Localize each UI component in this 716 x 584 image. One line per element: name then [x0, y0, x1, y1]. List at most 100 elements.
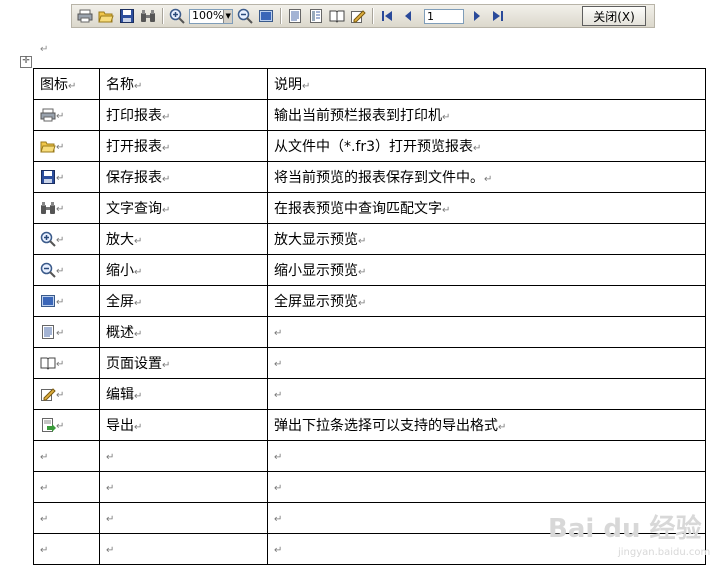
- name-cell-text: 打开报表: [106, 139, 162, 155]
- name-cell: ↵: [99, 440, 268, 472]
- description-cell: 输出当前预栏报表到打印机↵: [267, 99, 706, 131]
- cell-end-mark: ↵: [302, 81, 311, 92]
- last-page-icon: [493, 11, 503, 21]
- icon-cell: ↵: [33, 99, 100, 131]
- zoom-out-button[interactable]: [236, 7, 254, 25]
- header-cell-text: 名称: [106, 77, 134, 93]
- description-cell-text: 放大显示预览: [274, 232, 358, 248]
- page-number-input[interactable]: 1: [424, 8, 464, 24]
- cell-end-mark: ↵: [274, 328, 283, 339]
- cell-end-mark: ↵: [162, 360, 171, 371]
- cell-end-mark: ↵: [162, 205, 171, 216]
- outline-icon: [289, 9, 301, 23]
- next-page-icon: [474, 11, 480, 21]
- cell-end-mark: ↵: [442, 205, 451, 216]
- cell-end-mark: ↵: [274, 390, 283, 401]
- description-cell-text: 全屏显示预览: [274, 294, 358, 310]
- fullscreen-button[interactable]: [257, 7, 275, 25]
- zoom-out-icon: [40, 262, 56, 278]
- chevron-down-icon: ▼: [223, 9, 232, 23]
- zoom-select[interactable]: 100% ▼: [189, 8, 233, 24]
- edit-icon: [41, 388, 56, 401]
- description-cell: ↵: [267, 316, 706, 348]
- description-cell: ↵: [267, 378, 706, 410]
- save-button[interactable]: [118, 7, 136, 25]
- fullscreen-icon: [41, 295, 55, 307]
- table-row: ↵ 保存报表↵ 将当前预览的报表保存到文件中。↵: [33, 161, 706, 193]
- cell-end-mark: ↵: [56, 359, 65, 370]
- description-cell: 缩小显示预览↵: [267, 254, 706, 286]
- description-cell: 放大显示预览↵: [267, 223, 706, 255]
- name-cell-text: 编辑: [106, 387, 134, 403]
- name-cell: 打开报表↵: [99, 130, 268, 162]
- page-setup-button[interactable]: [328, 7, 346, 25]
- description-cell: 全屏显示预览↵: [267, 285, 706, 317]
- cell-end-mark: ↵: [274, 452, 283, 463]
- icon-cell: ↵: [33, 533, 100, 565]
- cell-end-mark: ↵: [56, 173, 65, 184]
- watermark-logo: Bai du 经验: [548, 514, 702, 544]
- cell-end-mark: ↵: [40, 514, 49, 525]
- first-page-button[interactable]: [378, 7, 396, 25]
- thumbnails-button[interactable]: [307, 7, 325, 25]
- description-cell: 弹出下拉条选择可以支持的导出格式↵: [267, 409, 706, 441]
- save-icon: [120, 9, 134, 23]
- icon-cell: ↵: [33, 502, 100, 534]
- binoculars-icon: [141, 10, 155, 22]
- outline-button[interactable]: [286, 7, 304, 25]
- cell-end-mark: ↵: [106, 483, 115, 494]
- preview-toolbar: 100% ▼ 1 关闭(X): [71, 4, 655, 28]
- last-page-button[interactable]: [489, 7, 507, 25]
- edit-button[interactable]: [349, 7, 367, 25]
- cell-end-mark: ↵: [56, 297, 65, 308]
- binoculars-icon: [41, 202, 55, 214]
- cell-end-mark: ↵: [484, 174, 493, 185]
- prev-page-button[interactable]: [399, 7, 417, 25]
- icon-cell: ↵: [33, 161, 100, 193]
- table-row: ↵ 全屏↵ 全屏显示预览↵: [33, 285, 706, 317]
- open-folder-icon: [40, 141, 56, 153]
- name-cell: 保存报表↵: [99, 161, 268, 193]
- find-button[interactable]: [139, 7, 157, 25]
- table-row: ↵ 缩小↵ 缩小显示预览↵: [33, 254, 706, 286]
- description-cell-text: 将当前预览的报表保存到文件中。: [274, 170, 484, 186]
- description-cell: ↵: [267, 440, 706, 472]
- name-cell: ↵: [99, 502, 268, 534]
- description-cell-text: 从文件中（*.fr3）打开预览报表: [274, 139, 474, 155]
- cell-end-mark: ↵: [162, 112, 171, 123]
- cell-end-mark: ↵: [358, 236, 367, 247]
- toolbar-separator: [162, 8, 164, 24]
- description-cell-text: 输出当前预栏报表到打印机: [274, 108, 442, 124]
- description-cell: 将当前预览的报表保存到文件中。↵: [267, 161, 706, 193]
- save-icon: [41, 170, 55, 184]
- cell-end-mark: ↵: [56, 390, 65, 401]
- cell-end-mark: ↵: [56, 328, 65, 339]
- name-cell: 放大↵: [99, 223, 268, 255]
- table-header-row: 图标↵ 名称↵ 说明↵: [33, 68, 706, 100]
- description-cell: 从文件中（*.fr3）打开预览报表↵: [267, 130, 706, 162]
- open-button[interactable]: [97, 7, 115, 25]
- table-row: ↵ 放大↵ 放大显示预览↵: [33, 223, 706, 255]
- next-page-button[interactable]: [468, 7, 486, 25]
- close-button[interactable]: 关闭(X): [582, 6, 646, 26]
- toolbar-description-table: 图标↵ 名称↵ 说明↵ ↵ 打印报表↵ 输出当前预栏报表到打印机↵ ↵ 打开报表↵ 从文件中（*…: [33, 68, 706, 565]
- cell-end-mark: ↵: [274, 545, 283, 556]
- toolbar-separator: [280, 8, 282, 24]
- open-folder-icon: [98, 11, 114, 23]
- cell-end-mark: ↵: [134, 329, 143, 340]
- page-setup-icon: [329, 10, 345, 23]
- cell-end-mark: ↵: [498, 422, 507, 433]
- table-row: ↵ 概述↵ ↵: [33, 316, 706, 348]
- table-move-handle[interactable]: ✛: [20, 56, 32, 68]
- name-cell: 缩小↵: [99, 254, 268, 286]
- table-row: ↵ 打印报表↵ 输出当前预栏报表到打印机↵: [33, 99, 706, 131]
- name-cell: 打印报表↵: [99, 99, 268, 131]
- name-cell: 概述↵: [99, 316, 268, 348]
- table-row: ↵ 打开报表↵ 从文件中（*.fr3）打开预览报表↵: [33, 130, 706, 162]
- print-button[interactable]: [76, 7, 94, 25]
- cell-end-mark: ↵: [106, 545, 115, 556]
- name-cell: 文字查询↵: [99, 192, 268, 224]
- zoom-in-button[interactable]: [168, 7, 186, 25]
- table-row: ↵ 导出↵ 弹出下拉条选择可以支持的导出格式↵: [33, 409, 706, 441]
- cell-end-mark: ↵: [68, 81, 77, 92]
